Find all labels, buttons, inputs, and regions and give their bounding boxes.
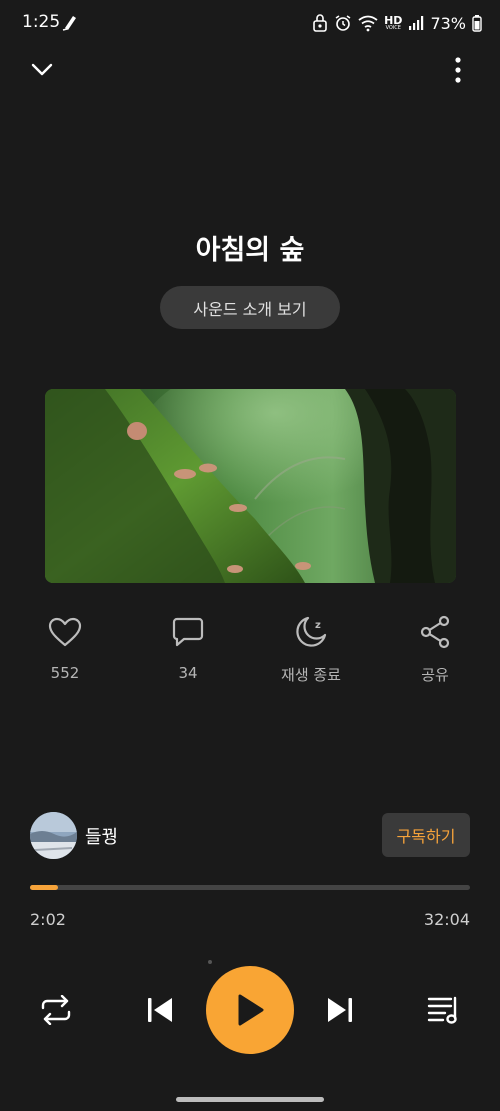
play-button[interactable] [206, 966, 294, 1054]
voice-badge-text: VOICE [385, 25, 401, 31]
next-button[interactable] [320, 990, 360, 1030]
pen-notification-icon [62, 16, 76, 31]
creator-name[interactable]: 들꿩 [85, 823, 118, 849]
creator-avatar[interactable] [30, 812, 77, 859]
repeat-button[interactable] [36, 990, 76, 1030]
skip-previous-icon [148, 998, 172, 1022]
progress-bar[interactable] [30, 885, 470, 890]
comment-icon [168, 612, 208, 652]
more-vertical-icon [455, 57, 461, 83]
svg-text:z: z [315, 620, 321, 631]
cover-image [45, 389, 456, 583]
lock-clock-icon [313, 14, 327, 32]
track-title: 아침의 숲 [195, 235, 305, 266]
battery-percent: 73% [430, 13, 466, 33]
status-icons: HD VOICE 73% [312, 12, 482, 34]
sleep-timer-action[interactable]: z 재생 종료 [256, 612, 366, 685]
home-indicator[interactable] [176, 1097, 324, 1102]
sleep-timer-label: 재생 종료 [281, 666, 341, 684]
progress-fill [30, 885, 58, 890]
battery-icon [472, 15, 482, 32]
status-bar: 1:25 HD VOICE 73% [0, 0, 500, 46]
wifi-icon [358, 15, 378, 32]
collapse-button[interactable] [28, 56, 56, 84]
comment-action[interactable]: 34 [133, 612, 243, 682]
comment-count: 34 [178, 664, 198, 682]
chevron-down-icon [31, 63, 53, 76]
sound-intro-button[interactable]: 사운드 소개 보기 [160, 286, 340, 329]
skip-next-icon [328, 998, 352, 1022]
share-label: 공유 [421, 666, 449, 684]
share-action[interactable]: 공유 [380, 612, 490, 685]
page-indicator-dot [208, 960, 212, 964]
signal-icon [409, 16, 424, 30]
hd-voice-badge: HD VOICE [384, 15, 402, 31]
heart-icon [45, 612, 85, 652]
more-options-button[interactable] [444, 54, 472, 86]
forest-moss-artwork [45, 389, 456, 583]
elapsed-time: 2:02 [30, 910, 66, 929]
status-time: 1:25 [22, 12, 61, 32]
playlist-button[interactable] [424, 990, 464, 1030]
previous-button[interactable] [140, 990, 180, 1030]
total-duration: 32:04 [423, 910, 470, 929]
repeat-icon [41, 995, 71, 1025]
alarm-icon [335, 15, 351, 31]
like-count: 552 [50, 664, 80, 682]
playlist-icon [427, 996, 457, 1024]
moon-icon: z [291, 612, 331, 652]
play-icon [238, 994, 264, 1026]
subscribe-button[interactable]: 구독하기 [382, 813, 470, 857]
like-action[interactable]: 552 [10, 612, 120, 682]
share-icon [415, 612, 455, 652]
